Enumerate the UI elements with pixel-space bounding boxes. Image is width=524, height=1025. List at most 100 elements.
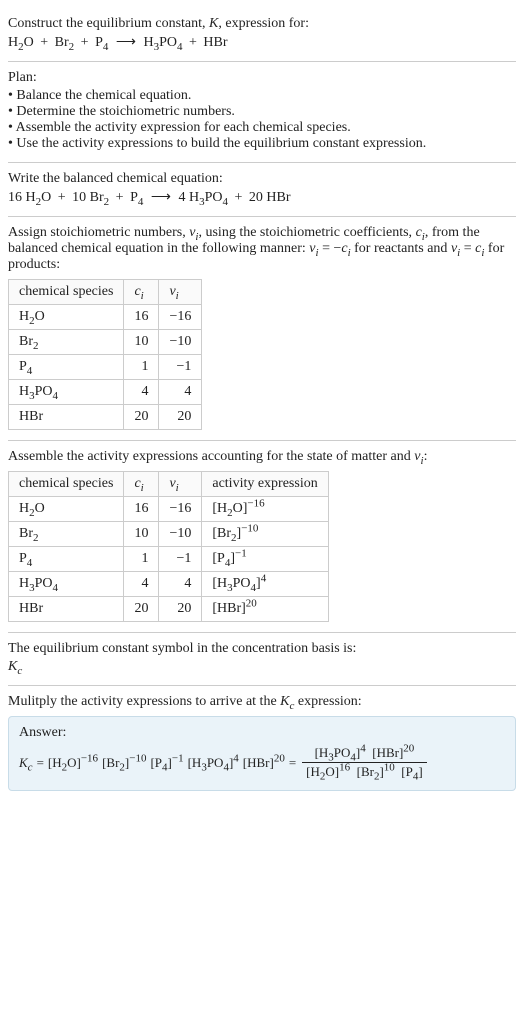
nui-value: 4 <box>159 572 202 597</box>
reactant-br2: Br2 <box>55 35 75 50</box>
reactant-p4: P4 <box>95 35 108 50</box>
nui-value: −16 <box>159 305 202 330</box>
answer-section: Mulitply the activity expressions to arr… <box>8 686 516 801</box>
plus-icon: + <box>231 190 245 206</box>
fraction-numerator: [H3PO4]4 [HBr]20 <box>311 745 419 761</box>
species: P4 <box>9 547 124 572</box>
arrow-icon: ⟶ <box>112 34 140 51</box>
table-row: P4 1 −1 [P4]−1 <box>9 547 329 572</box>
plan-item: Assemble the activity expression for eac… <box>8 120 516 136</box>
species: HBr <box>9 597 124 622</box>
nui-value: −16 <box>159 497 202 522</box>
nui-value: 20 <box>159 597 202 622</box>
arrow-icon: ⟶ <box>147 189 175 206</box>
col-activity: activity expression <box>202 472 328 497</box>
species: H2O <box>9 305 124 330</box>
fraction-denominator: [H2O]16 [Br2]10 [P4] <box>302 764 427 780</box>
plus-icon: + <box>55 190 69 206</box>
nui-value: 20 <box>159 405 202 430</box>
term: [HBr]20 <box>243 755 285 771</box>
fraction-bar <box>302 762 427 763</box>
species: HBr <box>9 405 124 430</box>
activity-expr: [H2O]−16 <box>202 497 328 522</box>
term: [Br2]10 <box>357 764 395 779</box>
table-header-row: chemical species ci νi <box>9 280 202 305</box>
ci-value: 4 <box>124 572 159 597</box>
table-row: HBr 20 20 <box>9 405 202 430</box>
activity-section: Assemble the activity expressions accoun… <box>8 441 516 633</box>
nui-value: −10 <box>159 330 202 355</box>
kc-note-text: The equilibrium constant symbol in the c… <box>8 641 516 657</box>
activity-table: chemical species ci νi activity expressi… <box>8 471 329 622</box>
term: [H2O]−16 <box>48 755 98 771</box>
col-nui: νi <box>159 280 202 305</box>
stoich-intro: Assign stoichiometric numbers, νi, using… <box>8 225 516 273</box>
plus-icon: + <box>78 35 92 51</box>
nui-value: −1 <box>159 547 202 572</box>
coef: 10 <box>72 190 86 205</box>
kc-fraction: [H3PO4]4 [HBr]20 [H2O]16 [Br2]10 [P4] <box>302 745 427 780</box>
species: Br2 <box>9 522 124 547</box>
term: [H2O]16 <box>306 764 350 779</box>
final-intro: Mulitply the activity expressions to arr… <box>8 694 516 710</box>
prompt-tail: , expression for: <box>218 16 309 31</box>
term: [H3PO4]4 <box>315 745 366 760</box>
term: [P4] <box>401 764 422 779</box>
ci-value: 4 <box>124 380 159 405</box>
plus-icon: + <box>113 190 127 206</box>
species: H3PO4 <box>9 572 124 597</box>
plan-section: Plan: Balance the chemical equation. Det… <box>8 62 516 163</box>
kc-lhs: Kc <box>19 755 33 771</box>
table-row: H2O 16 −16 [H2O]−16 <box>9 497 329 522</box>
table-header-row: chemical species ci νi activity expressi… <box>9 472 329 497</box>
species: Br2 <box>9 330 124 355</box>
table-row: H3PO4 4 4 [H3PO4]4 <box>9 572 329 597</box>
col-species: chemical species <box>9 472 124 497</box>
table-row: H2O 16 −16 <box>9 305 202 330</box>
kc-symbol: Kc <box>8 659 516 675</box>
table-row: Br2 10 −10 <box>9 330 202 355</box>
plan-item: Use the activity expressions to build th… <box>8 136 516 152</box>
reactant-br2: Br2 <box>90 190 110 205</box>
table-row: H3PO4 4 4 <box>9 380 202 405</box>
activity-expr: [P4]−1 <box>202 547 328 572</box>
unbalanced-equation: H2O + Br2 + P4 ⟶ H3PO4 + HBr <box>8 34 516 51</box>
plan-item: Determine the stoichiometric numbers. <box>8 104 516 120</box>
stoich-section: Assign stoichiometric numbers, νi, using… <box>8 217 516 441</box>
stoich-table: chemical species ci νi H2O 16 −16 Br2 10… <box>8 279 202 430</box>
table-row: P4 1 −1 <box>9 355 202 380</box>
balanced-equation: 16 H2O + 10 Br2 + P4 ⟶ 4 H3PO4 + 20 HBr <box>8 189 516 206</box>
reactant-h2o: H2O <box>26 190 52 205</box>
term: [HBr]20 <box>372 745 414 760</box>
coef: 4 <box>178 190 185 205</box>
prompt-K: K <box>209 16 218 31</box>
prompt-text: Construct the equilibrium constant, K, e… <box>8 16 516 32</box>
table-row: HBr 20 20 [HBr]20 <box>9 597 329 622</box>
product-h3po4: H3PO4 <box>143 35 182 50</box>
answer-box: Answer: Kc = [H2O]−16 [Br2]−10 [P4]−1 [H… <box>8 716 516 791</box>
term: [H3PO4]4 <box>188 755 239 771</box>
plus-icon: + <box>186 35 200 51</box>
ci-value: 10 <box>124 330 159 355</box>
table-row: Br2 10 −10 [Br2]−10 <box>9 522 329 547</box>
product-hbr: HBr <box>266 190 290 205</box>
equals-sign: = <box>37 755 44 771</box>
ci-value: 1 <box>124 547 159 572</box>
species: P4 <box>9 355 124 380</box>
ci-value: 1 <box>124 355 159 380</box>
nui-value: −1 <box>159 355 202 380</box>
plan-list: Balance the chemical equation. Determine… <box>8 88 516 152</box>
coef: 20 <box>249 190 263 205</box>
balanced-intro: Write the balanced chemical equation: <box>8 171 516 187</box>
ci-value: 20 <box>124 405 159 430</box>
ci-value: 16 <box>124 305 159 330</box>
col-ci: ci <box>124 472 159 497</box>
nui-value: −10 <box>159 522 202 547</box>
reactant-p4: P4 <box>130 190 143 205</box>
balanced-section: Write the balanced chemical equation: 16… <box>8 163 516 217</box>
col-species: chemical species <box>9 280 124 305</box>
plan-item: Balance the chemical equation. <box>8 88 516 104</box>
ci-value: 20 <box>124 597 159 622</box>
plan-title: Plan: <box>8 70 516 86</box>
kc-expression: Kc = [H2O]−16 [Br2]−10 [P4]−1 [H3PO4]4 [… <box>19 745 505 780</box>
